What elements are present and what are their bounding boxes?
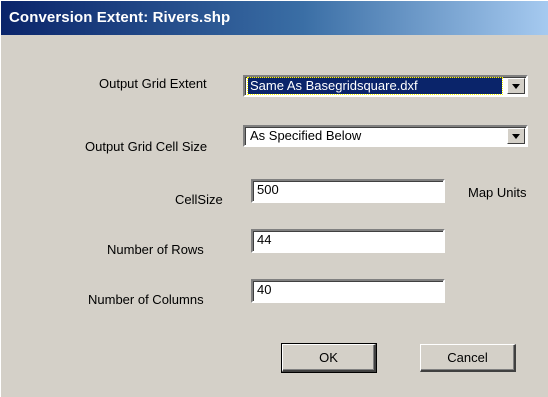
map-units-label: Map Units [468,185,527,200]
title-bar[interactable]: Conversion Extent: Rivers.shp [1,1,548,35]
conversion-extent-dialog: Conversion Extent: Rivers.shp Output Gri… [0,0,548,397]
number-of-columns-label: Number of Columns [88,292,204,307]
output-grid-extent-dropdown[interactable]: Same As Basegridsquare.dxf [243,75,528,97]
number-of-columns-field[interactable]: 40 [251,279,445,303]
output-grid-cell-size-label: Output Grid Cell Size [85,139,208,154]
output-grid-extent-label: Output Grid Extent [99,76,207,91]
dropdown-button[interactable] [507,78,525,94]
output-grid-cell-size-value: As Specified Below [250,128,362,143]
number-of-rows-label: Number of Rows [107,242,204,257]
chevron-down-icon [512,84,520,89]
output-grid-cell-size-dropdown[interactable]: As Specified Below [243,125,528,147]
output-grid-extent-value: Same As Basegridsquare.dxf [247,77,503,95]
number-of-rows-field[interactable]: 44 [251,229,445,253]
window-title: Conversion Extent: Rivers.shp [9,9,231,26]
cellsize-field[interactable]: 500 [251,179,445,203]
ok-button[interactable]: OK [281,343,377,373]
dropdown-button[interactable] [507,128,525,144]
cellsize-label: CellSize [175,192,223,207]
chevron-down-icon [512,134,520,139]
cancel-button[interactable]: Cancel [420,344,516,372]
